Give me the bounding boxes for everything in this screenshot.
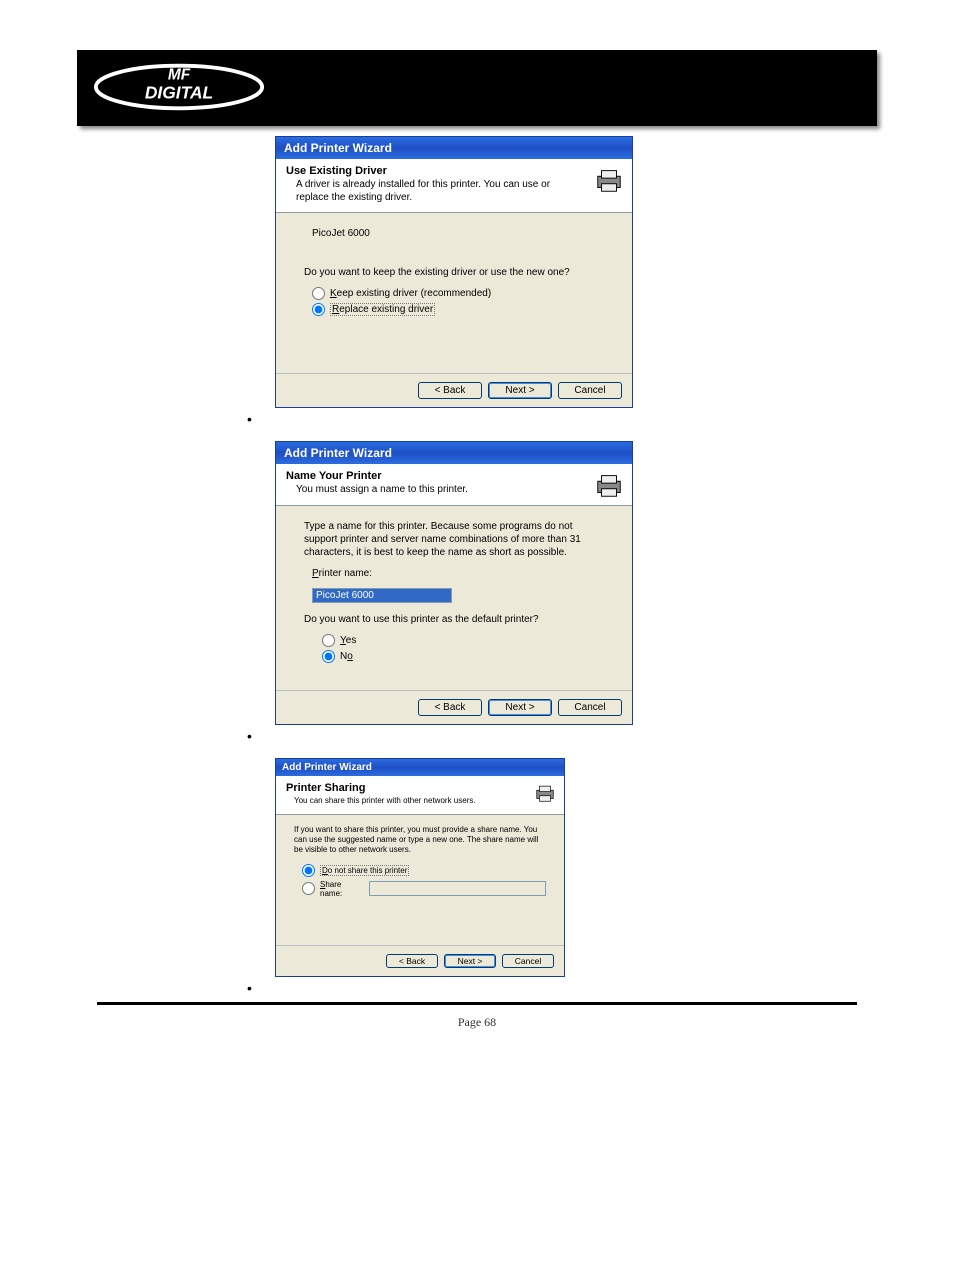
wizard-step-title: Use Existing Driver	[286, 165, 622, 177]
back-button[interactable]: < Back	[418, 699, 482, 716]
titlebar: Add Printer Wizard	[276, 137, 632, 159]
titlebar: Add Printer Wizard	[276, 442, 632, 464]
radio-share-name[interactable]: Share name:	[302, 880, 546, 898]
radio-yes-input[interactable]	[322, 634, 335, 647]
share-name-input[interactable]	[369, 881, 546, 896]
page-number: Page 68	[77, 1015, 877, 1030]
radio-keep-driver[interactable]: Keep existing driver (recommended)	[312, 287, 604, 300]
wizard-use-existing-driver: Add Printer Wizard Use Existing Driver A…	[275, 136, 633, 408]
page-content: Add Printer Wizard Use Existing Driver A…	[77, 136, 877, 1030]
mf-digital-logo: MFDIGITAL	[92, 58, 266, 116]
name-intro: Type a name for this printer. Because so…	[304, 520, 604, 559]
wizard-body: PicoJet 6000 Do you want to keep the exi…	[276, 213, 632, 373]
svg-text:DIGITAL: DIGITAL	[145, 83, 213, 103]
printer-icon	[534, 782, 556, 806]
printer-model: PicoJet 6000	[312, 227, 604, 240]
printer-name-input[interactable]	[312, 588, 452, 603]
cancel-button[interactable]: Cancel	[502, 954, 554, 968]
bullet-dot: •	[247, 981, 252, 996]
wizard-step-subtitle: You can share this printer with other ne…	[294, 796, 494, 806]
next-button[interactable]: Next >	[444, 954, 496, 968]
next-button[interactable]: Next >	[488, 699, 552, 716]
radio-share-input[interactable]	[302, 882, 315, 895]
wizard-header: Printer Sharing You can share this print…	[276, 776, 564, 815]
wizard-header: Use Existing Driver A driver is already …	[276, 159, 632, 213]
radio-do-not-share[interactable]: Do not share this printer	[302, 864, 546, 877]
printer-icon	[594, 470, 624, 503]
wizard-printer-sharing: Add Printer Wizard Printer Sharing You c…	[275, 758, 565, 977]
radio-default-yes[interactable]: Yes	[322, 634, 604, 647]
wizard-buttons: < Back Next > Cancel	[276, 373, 632, 407]
wizard-step-subtitle: A driver is already installed for this p…	[296, 179, 576, 204]
printer-name-row	[312, 588, 604, 603]
page-header: MFDIGITAL	[77, 50, 877, 126]
default-printer-question: Do you want to use this printer as the d…	[304, 613, 604, 626]
printer-name-label: Printer name:	[312, 567, 604, 580]
wizard-buttons: < Back Next > Cancel	[276, 945, 564, 976]
radio-keep-input[interactable]	[312, 287, 325, 300]
footer-rule	[97, 1002, 857, 1005]
instruction-bullet-1: •Select "Replace existing driver" then c…	[247, 412, 847, 427]
wizard-step-subtitle: You must assign a name to this printer.	[296, 484, 536, 497]
printer-icon	[594, 165, 624, 198]
radio-replace-driver[interactable]: Replace existing driver	[312, 303, 604, 316]
cancel-button[interactable]: Cancel	[558, 382, 622, 399]
radio-noshare-input[interactable]	[302, 864, 315, 877]
next-button[interactable]: Next >	[488, 382, 552, 399]
radio-no-input[interactable]	[322, 650, 335, 663]
back-button[interactable]: < Back	[386, 954, 438, 968]
radio-default-no[interactable]: No	[322, 650, 604, 663]
wizard-body: Type a name for this printer. Because so…	[276, 506, 632, 690]
driver-question: Do you want to keep the existing driver …	[304, 266, 604, 279]
instruction-bullet-2: •Click "Next" to continue, you will see:	[247, 729, 847, 744]
wizard-step-title: Printer Sharing	[286, 782, 554, 794]
wizard-step-title: Name Your Printer	[286, 470, 622, 482]
cancel-button[interactable]: Cancel	[558, 699, 622, 716]
radio-replace-input[interactable]	[312, 303, 325, 316]
titlebar: Add Printer Wizard	[276, 759, 564, 776]
wizard-buttons: < Back Next > Cancel	[276, 690, 632, 724]
sharing-intro: If you want to share this printer, you m…	[294, 825, 546, 856]
bullet-dot: •	[247, 729, 252, 744]
wizard-body: If you want to share this printer, you m…	[276, 815, 564, 945]
instruction-bullet-3: •Click "Next" to continue, you will see:	[247, 981, 847, 996]
back-button[interactable]: < Back	[418, 382, 482, 399]
wizard-header: Name Your Printer You must assign a name…	[276, 464, 632, 506]
wizard-name-your-printer: Add Printer Wizard Name Your Printer You…	[275, 441, 633, 725]
bullet-dot: •	[247, 412, 252, 427]
svg-text:MF: MF	[168, 66, 191, 83]
